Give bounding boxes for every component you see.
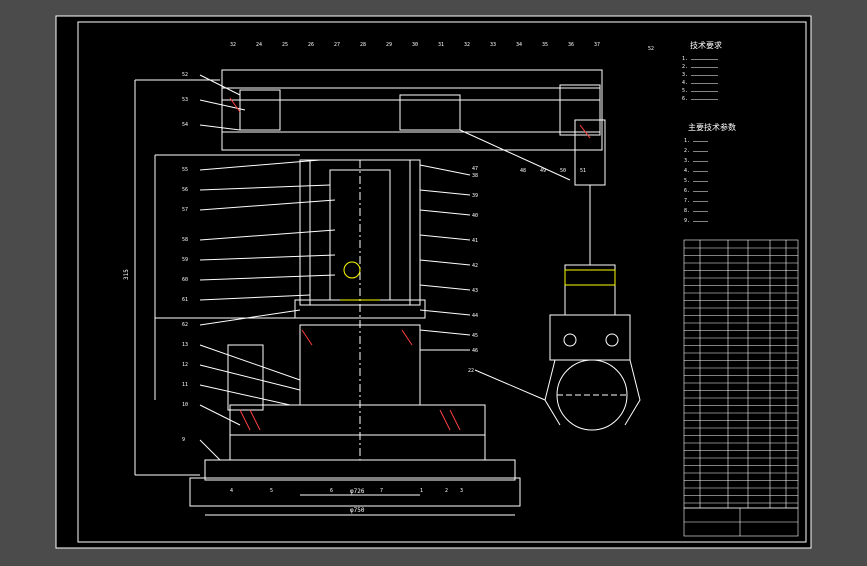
right-callout: 40 bbox=[472, 213, 478, 219]
right-callout: 39 bbox=[472, 193, 478, 199]
right-callout: 47 bbox=[472, 166, 478, 172]
left-callout: 59 bbox=[182, 257, 188, 263]
right-callout: 41 bbox=[472, 238, 478, 244]
left-callout: 53 bbox=[182, 97, 188, 103]
svg-text:4. ………………………: 4. ……………………… bbox=[682, 80, 718, 86]
right-callout: 48 bbox=[520, 168, 526, 174]
bottom-callout: 2 bbox=[445, 488, 448, 494]
top-callout: 28 bbox=[360, 42, 366, 48]
svg-text:3. ………………………: 3. ……………………… bbox=[682, 72, 718, 78]
svg-text:6. ………………………: 6. ……………………… bbox=[682, 96, 718, 102]
top-callout: 32 bbox=[464, 42, 470, 48]
svg-text:1. ……………: 1. …………… bbox=[684, 138, 708, 144]
svg-text:4. ……………: 4. …………… bbox=[684, 168, 708, 174]
left-callout: 54 bbox=[182, 122, 188, 128]
cad-drawing-viewport: 技术要求 1. ……………………… 2. ……………………… 3. ………………… bbox=[0, 0, 867, 562]
top-callout: 37 bbox=[594, 42, 600, 48]
height-dimension: 315 bbox=[123, 269, 130, 280]
top-callout: 29 bbox=[386, 42, 392, 48]
svg-text:2. ………………………: 2. ……………………… bbox=[682, 64, 718, 70]
svg-text:5. ……………: 5. …………… bbox=[684, 178, 708, 184]
left-callout: 52 bbox=[182, 72, 188, 78]
left-callout: 58 bbox=[182, 237, 188, 243]
right-callout: 51 bbox=[580, 168, 586, 174]
left-callout: 56 bbox=[182, 187, 188, 193]
bottom-callout: 1 bbox=[420, 488, 423, 494]
right-callout: 49 bbox=[540, 168, 546, 174]
top-callout: 33 bbox=[490, 42, 496, 48]
left-callout: 61 bbox=[182, 297, 188, 303]
left-callout: 55 bbox=[182, 167, 188, 173]
svg-text:6. ……………: 6. …………… bbox=[684, 188, 708, 194]
right-callout: 52 bbox=[648, 46, 654, 52]
top-callout: 24 bbox=[256, 42, 262, 48]
right-callout: 38 bbox=[472, 173, 478, 179]
left-callout: 60 bbox=[182, 277, 188, 283]
top-callout: 34 bbox=[516, 42, 522, 48]
bottom-callout: 5 bbox=[270, 488, 273, 494]
right-callout: 42 bbox=[472, 263, 478, 269]
svg-text:3. ……………: 3. …………… bbox=[684, 158, 708, 164]
right-callout: 45 bbox=[472, 333, 478, 339]
top-callout: 31 bbox=[438, 42, 444, 48]
bottom-callout: 3 bbox=[460, 488, 463, 494]
left-callout: 62 bbox=[182, 322, 188, 328]
svg-text:8. ……………: 8. …………… bbox=[684, 208, 708, 214]
right-callout: 50 bbox=[560, 168, 566, 174]
left-callout: 57 bbox=[182, 207, 188, 213]
top-callout: 26 bbox=[308, 42, 314, 48]
left-callout: 10 bbox=[182, 402, 188, 408]
svg-text:5. ………………………: 5. ……………………… bbox=[682, 88, 718, 94]
top-callout: 30 bbox=[412, 42, 418, 48]
bottom-callout: 6 bbox=[330, 488, 333, 494]
main-params-title: 主要技术参数 bbox=[688, 122, 736, 132]
right-callout: 44 bbox=[472, 313, 478, 319]
top-callout: 25 bbox=[282, 42, 288, 48]
top-callout: 32 bbox=[230, 42, 236, 48]
left-callout: 11 bbox=[182, 382, 188, 388]
left-callout: 9 bbox=[182, 437, 185, 443]
left-callout: 13 bbox=[182, 342, 188, 348]
svg-text:7. ……………: 7. …………… bbox=[684, 198, 708, 204]
svg-text:2. ……………: 2. …………… bbox=[684, 148, 708, 154]
tech-requirements-title: 技术要求 bbox=[690, 40, 722, 50]
svg-text:9. ……………: 9. …………… bbox=[684, 218, 708, 224]
top-callout: 27 bbox=[334, 42, 340, 48]
base-dimension-outer: φ750 bbox=[350, 507, 365, 514]
right-callout: 43 bbox=[472, 288, 478, 294]
right-callout: 46 bbox=[472, 348, 478, 354]
left-callout: 12 bbox=[182, 362, 188, 368]
top-callout: 36 bbox=[568, 42, 574, 48]
top-callout: 35 bbox=[542, 42, 548, 48]
bottom-callout: 7 bbox=[380, 488, 383, 494]
gripper-callout: 22 bbox=[468, 368, 474, 374]
bottom-callout: 4 bbox=[230, 488, 233, 494]
base-dimension-inner: φ726 bbox=[350, 488, 365, 495]
mechanical-assembly-drawing: 技术要求 1. ……………………… 2. ……………………… 3. ………………… bbox=[55, 15, 812, 549]
svg-text:1. ………………………: 1. ……………………… bbox=[682, 56, 718, 62]
